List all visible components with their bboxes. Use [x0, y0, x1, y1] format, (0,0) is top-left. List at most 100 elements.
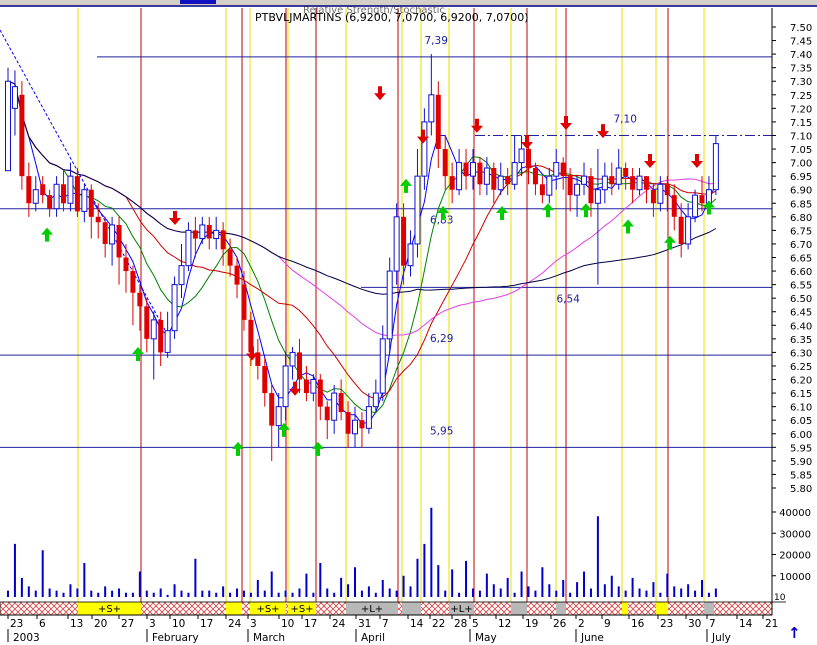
candle-body	[365, 406, 372, 429]
candle-body	[643, 176, 649, 190]
volume-bar	[236, 588, 239, 597]
month-label: April	[361, 632, 385, 644]
candle-body	[324, 406, 330, 421]
candle-body	[269, 393, 275, 426]
stock-chart: 7,397,106,836,546,295,95 +S+ +S+ +S+ +L+ +L+…	[0, 0, 817, 645]
candle-body	[338, 393, 344, 413]
candle-body	[372, 392, 379, 408]
volume-bar	[465, 560, 468, 597]
volume-bar	[76, 588, 79, 597]
candle-body	[671, 195, 677, 217]
signal-band-label: +S+	[256, 604, 279, 615]
price-tick-label: 7.30	[790, 77, 812, 88]
candle-body	[560, 162, 566, 177]
candle-body	[526, 149, 531, 169]
candle-body	[296, 352, 302, 380]
volume-bar	[714, 588, 717, 597]
candle-body	[137, 292, 143, 307]
date-tick-label: 6	[39, 618, 46, 630]
price-tick-label: 5.85	[790, 470, 812, 481]
volume-bar	[249, 592, 252, 597]
volume-bar	[305, 573, 308, 597]
candle-body	[463, 162, 469, 177]
candle-body	[234, 265, 240, 285]
date-tick-label: 23	[10, 618, 23, 630]
candle-body	[449, 176, 455, 190]
candle-body	[685, 216, 692, 245]
volume-bar	[437, 565, 440, 597]
volume-bar	[298, 588, 301, 597]
candle-body	[192, 230, 198, 239]
candle-body	[185, 229, 192, 267]
candle-body	[53, 183, 60, 210]
volume-bar	[589, 588, 592, 597]
volume-bar	[97, 592, 100, 597]
price-tick-label: 7.15	[790, 118, 812, 129]
candle-body	[650, 189, 656, 204]
level-label: 5,95	[430, 425, 453, 437]
volume-bar	[104, 586, 107, 597]
candle-body	[345, 412, 351, 434]
volume-bar	[69, 584, 72, 597]
date-tick-label: 7	[382, 618, 389, 630]
level-label: 7,39	[425, 35, 448, 47]
candle-body	[220, 230, 226, 250]
candle-body	[206, 224, 212, 239]
scroll-up-arrow[interactable]: ↑	[788, 624, 801, 642]
signal-band	[704, 602, 714, 615]
price-tick-label: 7.00	[790, 159, 812, 170]
candle-body	[47, 195, 53, 209]
date-tick-label: 24	[332, 618, 346, 630]
candle-body	[262, 365, 268, 394]
date-tick-label: 3	[149, 618, 156, 630]
date-tick-label: 26	[553, 618, 567, 630]
volume-bar	[576, 582, 579, 597]
volume-bar	[138, 571, 141, 597]
volume-bar	[83, 563, 86, 597]
candle-body	[692, 194, 699, 218]
volume-bar	[548, 584, 551, 597]
price-tick-label: 6.15	[790, 389, 812, 400]
price-tick-label: 7.20	[790, 104, 812, 115]
volume-tick-label: 10000	[779, 572, 811, 583]
candle-body	[130, 271, 136, 293]
signal-band-label: +S+	[290, 604, 313, 615]
volume-bar	[520, 571, 523, 597]
price-tick-label: 5.80	[790, 484, 812, 495]
volume-bar	[402, 575, 405, 597]
volume-bar	[284, 590, 287, 597]
candle-body	[199, 224, 206, 240]
volume-bar	[381, 580, 384, 597]
volume-bar	[222, 586, 225, 597]
price-tick-label: 6.55	[790, 281, 812, 292]
price-tick-label: 6.90	[790, 186, 812, 197]
volume-bar	[506, 577, 509, 597]
signal-band	[556, 602, 566, 615]
volume-bar	[118, 588, 121, 597]
volume-bar	[256, 580, 259, 597]
volume-bar	[159, 588, 162, 597]
candle-body	[518, 148, 525, 164]
volume-bar	[478, 590, 481, 597]
candle-body	[5, 80, 11, 172]
volume-bar	[569, 592, 572, 597]
price-tick-label: 6.20	[790, 376, 812, 387]
volume-bar	[145, 590, 148, 597]
volume-bar	[208, 590, 211, 597]
volume-bar	[388, 588, 391, 597]
candle-body	[19, 94, 25, 177]
date-tick-label: 17	[200, 618, 213, 630]
date-tick-label: 13	[70, 618, 83, 630]
date-tick-label: 31	[358, 618, 371, 630]
volume-bar	[638, 588, 641, 597]
candle-body	[442, 149, 448, 177]
candle-body	[664, 184, 670, 196]
volume-bar	[423, 543, 426, 597]
chart-title: PTBVLJMARTINS (6,9200, 7,0700, 6,9200, 7…	[255, 11, 529, 24]
month-label: March	[253, 632, 285, 644]
volume-bar	[555, 590, 558, 597]
volume-bar	[166, 594, 169, 597]
price-tick-label: 6.70	[790, 240, 812, 251]
signal-band-label: +L+	[361, 604, 383, 615]
candle-body	[61, 184, 67, 204]
